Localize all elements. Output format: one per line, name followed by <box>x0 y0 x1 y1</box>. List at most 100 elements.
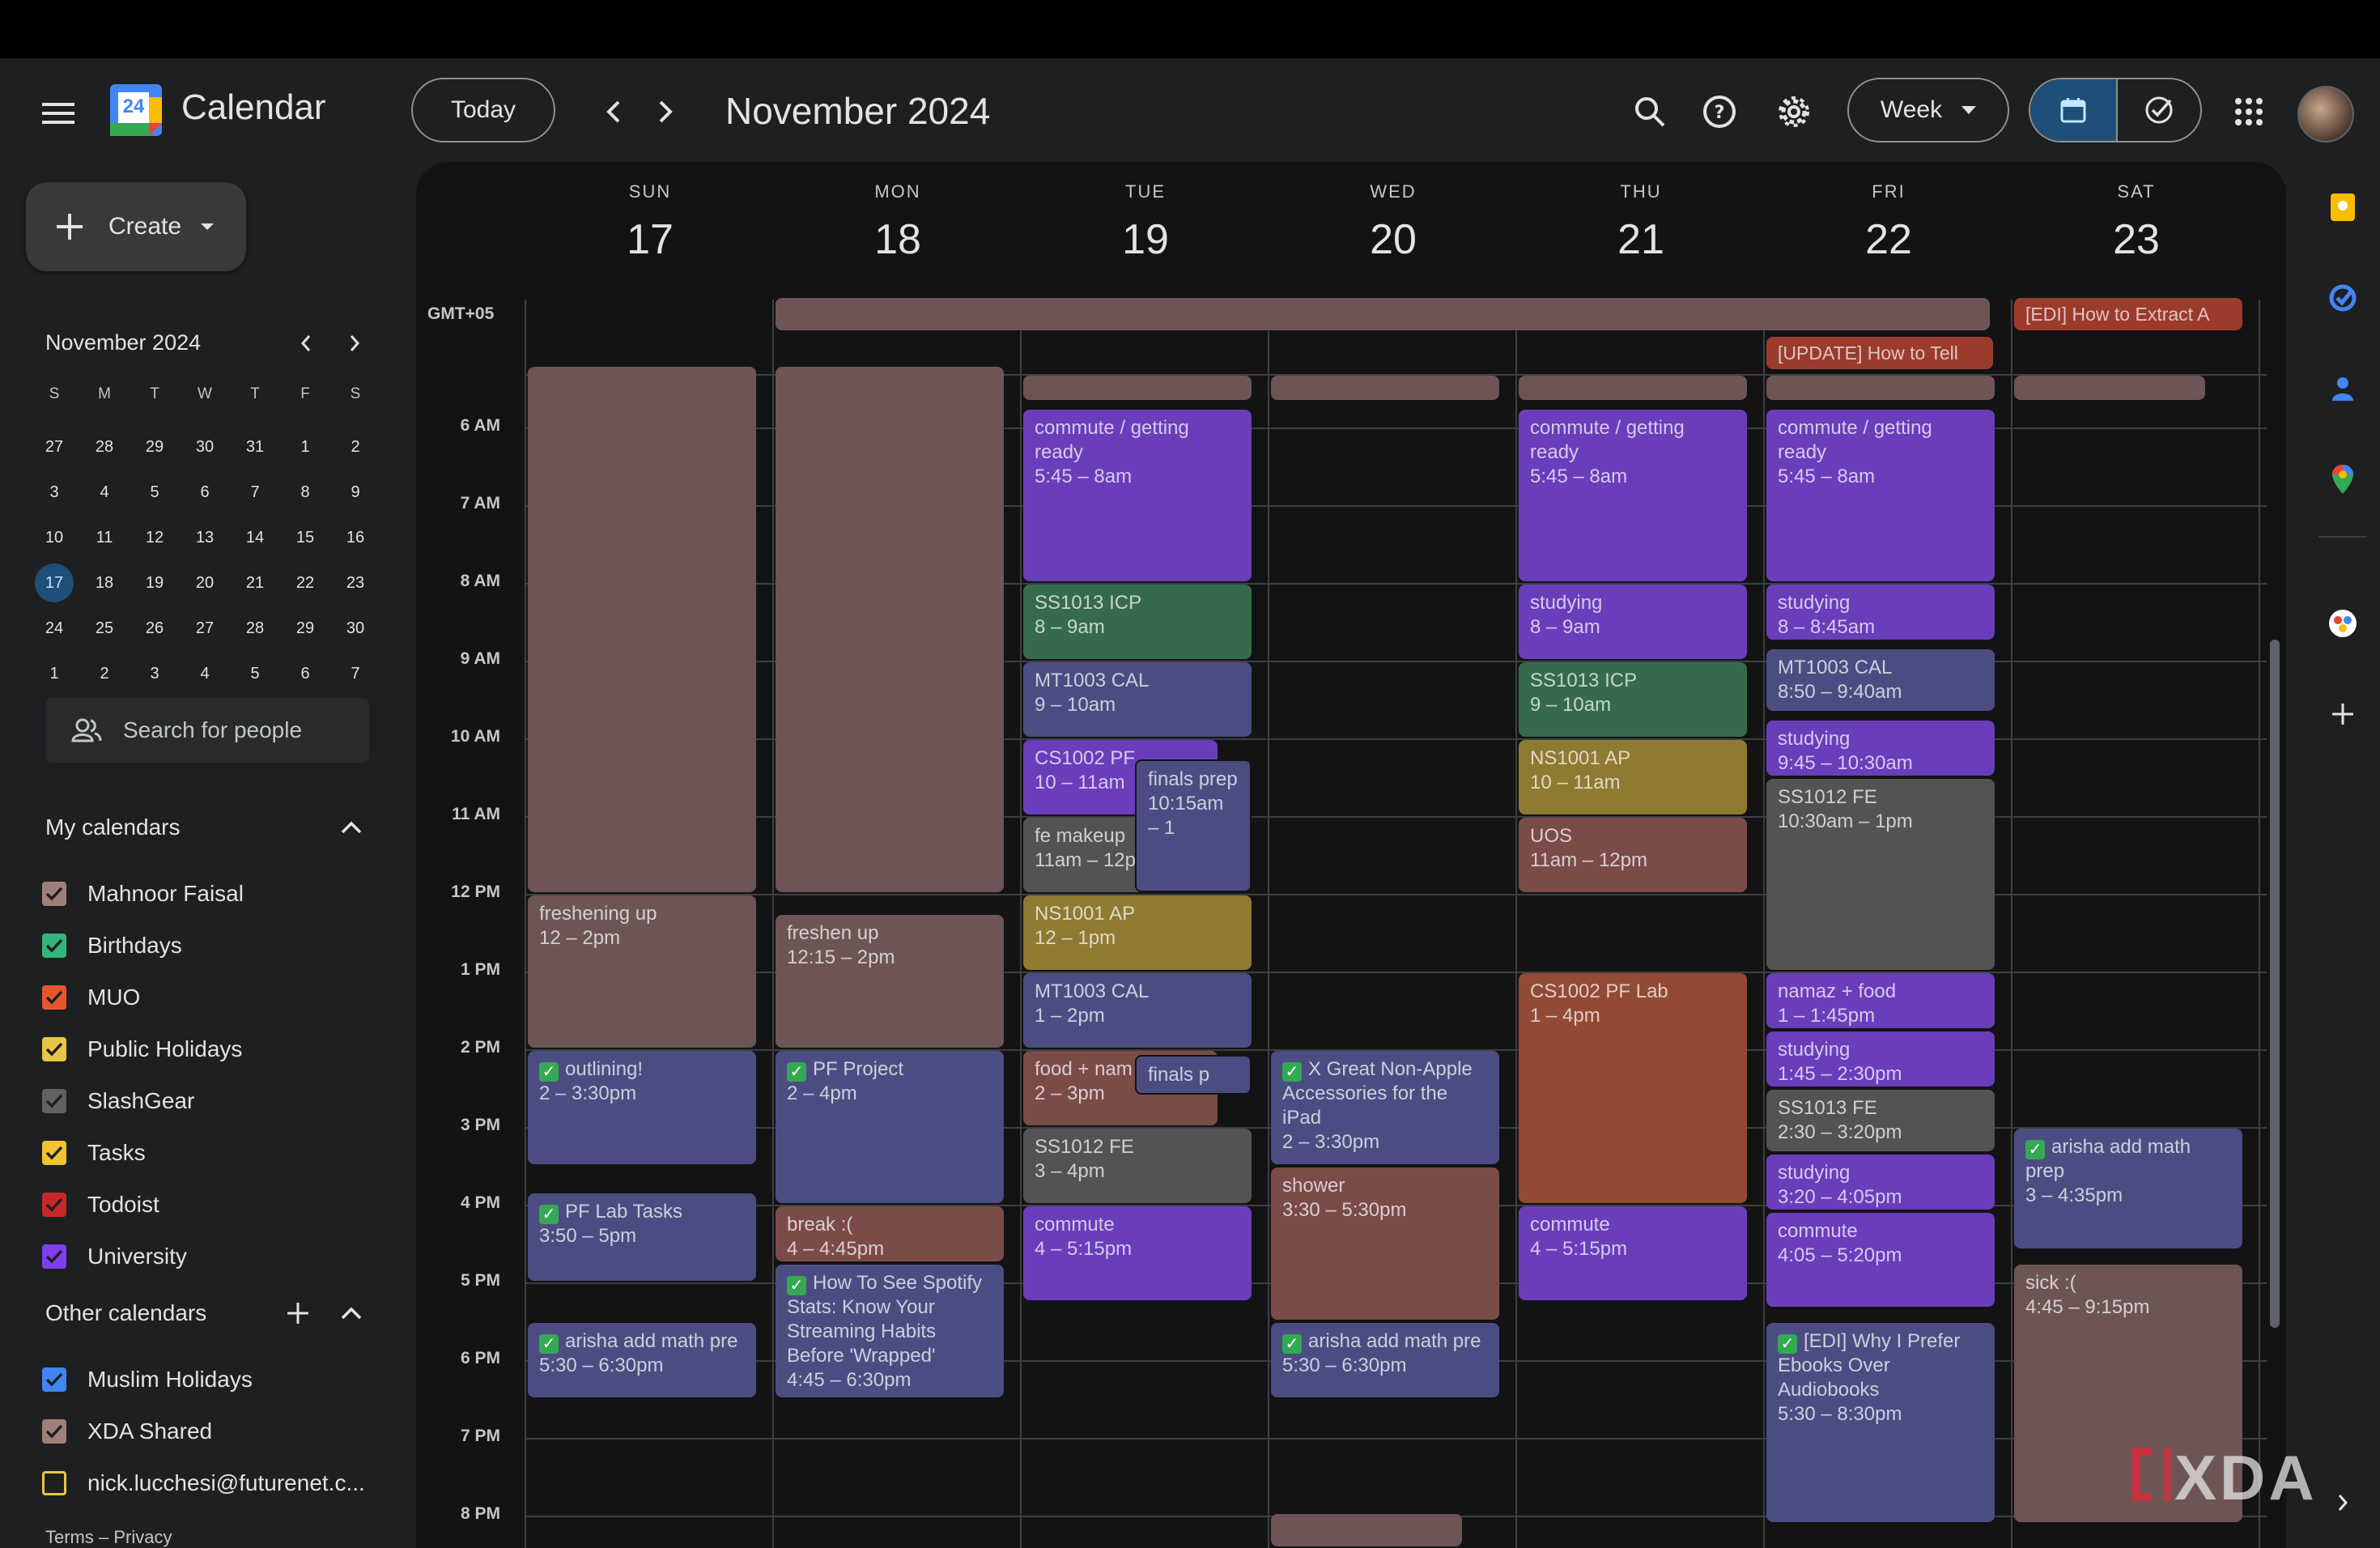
calendar-item[interactable]: Mahnoor Faisal <box>42 881 244 907</box>
calendar-event[interactable]: studying 9:45 – 10:30am <box>1766 721 1995 776</box>
mini-calendar-day[interactable]: 20 <box>180 567 230 599</box>
calendar-event[interactable]: MT1003 CAL 8:50 – 9:40am <box>1766 649 1995 712</box>
calendar-checkbox[interactable] <box>42 1089 66 1113</box>
create-button[interactable]: Create <box>26 182 246 271</box>
mini-calendar-day[interactable]: 6 <box>180 476 230 508</box>
calendar-event[interactable]: studying 1:45 – 2:30pm <box>1766 1031 1995 1087</box>
next-week-icon[interactable] <box>644 91 686 133</box>
calendar-event[interactable]: commute / getting ready 5:45 – 8am <box>1766 410 1995 581</box>
calendar-checkbox[interactable] <box>42 1193 66 1217</box>
calendar-event[interactable]: MT1003 CAL 9 – 10am <box>1023 662 1252 737</box>
mini-calendar-day[interactable]: 10 <box>29 521 79 554</box>
calendar-event[interactable]: namaz + food 1 – 1:45pm <box>1766 973 1995 1028</box>
today-button[interactable]: Today <box>411 78 555 142</box>
mini-calendar-day[interactable]: 29 <box>280 612 330 644</box>
day-number[interactable]: 21 <box>1517 215 1765 264</box>
mini-calendar-day[interactable]: 11 <box>79 521 130 554</box>
calendar-item[interactable]: nick.lucchesi@futurenet.c... <box>42 1470 365 1496</box>
calendar-event[interactable] <box>1519 375 1747 400</box>
mini-calendar-day[interactable]: 2 <box>79 657 130 690</box>
mini-calendar-day[interactable]: 14 <box>230 521 280 554</box>
mini-calendar-day[interactable]: 29 <box>130 431 180 463</box>
calendar-checkbox[interactable] <box>42 1367 66 1392</box>
mini-calendar-day[interactable]: 4 <box>79 476 130 508</box>
calendar-event[interactable]: CS1002 PF Lab 1 – 4pm <box>1519 973 1747 1203</box>
day-number[interactable]: 17 <box>526 215 774 264</box>
task-event[interactable]: ✓ How To See Spotify Stats: Know Your Str… <box>776 1265 1004 1397</box>
calendar-item[interactable]: Todoist <box>42 1192 159 1218</box>
calendar-event[interactable]: NS1001 AP 12 – 1pm <box>1023 895 1252 970</box>
mini-calendar-day[interactable]: 13 <box>180 521 230 554</box>
calendar-event[interactable]: shower 3:30 – 5:30pm <box>1271 1167 1499 1320</box>
calendar-event[interactable]: finals p <box>1135 1054 1252 1095</box>
calendar-event[interactable]: commute 4:05 – 5:20pm <box>1766 1212 1995 1307</box>
mini-calendar-day[interactable]: 12 <box>130 521 180 554</box>
view-selector[interactable]: Week <box>1847 78 2009 142</box>
mini-calendar-next-icon[interactable] <box>340 329 369 358</box>
calendar-event[interactable]: studying 3:20 – 4:05pm <box>1766 1154 1995 1210</box>
calendar-checkbox[interactable] <box>42 1419 66 1444</box>
task-event[interactable]: ✓ PF Lab Tasks 3:50 – 5pm <box>528 1193 756 1281</box>
task-event[interactable]: ✓ [EDI] Why I Prefer Ebooks Over Audioboo… <box>1766 1323 1995 1522</box>
keep-icon[interactable] <box>2322 186 2364 228</box>
calendar-event[interactable]: NS1001 AP 10 – 11am <box>1519 740 1747 814</box>
mini-calendar-day[interactable]: 27 <box>29 431 79 463</box>
calendar-event[interactable]: commute 4 – 5:15pm <box>1519 1206 1747 1300</box>
mini-calendar-day[interactable]: 23 <box>330 567 380 599</box>
calendar-event[interactable]: SS1013 ICP 9 – 10am <box>1519 662 1747 737</box>
user-avatar[interactable] <box>2297 86 2354 142</box>
day-number[interactable]: 19 <box>1022 215 1269 264</box>
tasks-icon[interactable] <box>2322 277 2364 319</box>
allday-event[interactable]: [UPDATE] How to Tell <box>1766 337 1993 369</box>
task-event[interactable]: ✓ outlining! 2 – 3:30pm <box>528 1051 756 1164</box>
mini-calendar-day[interactable]: 31 <box>230 431 280 463</box>
calendar-event[interactable] <box>1023 375 1252 400</box>
mini-calendar-day[interactable]: 3 <box>29 476 79 508</box>
mini-calendar-day[interactable]: 3 <box>130 657 180 690</box>
calendar-event[interactable]: studying 8 – 9am <box>1519 585 1747 659</box>
calendar-item[interactable]: Birthdays <box>42 933 182 959</box>
mini-calendar-day[interactable]: 8 <box>280 476 330 508</box>
calendar-event[interactable]: studying 8 – 8:45am <box>1766 585 1995 640</box>
calendar-event[interactable] <box>776 367 1004 892</box>
calendar-event[interactable]: break :(4 – 4:45pm <box>776 1206 1004 1261</box>
mini-calendar-day[interactable]: 1 <box>280 431 330 463</box>
mini-calendar-day[interactable]: 26 <box>130 612 180 644</box>
calendar-item[interactable]: Tasks <box>42 1140 146 1166</box>
contacts-icon[interactable] <box>2322 368 2364 410</box>
mini-calendar-day[interactable]: 28 <box>230 612 280 644</box>
task-event[interactable]: ✓ PF Project 2 – 4pm <box>776 1051 1004 1203</box>
mini-calendar-day[interactable]: 27 <box>180 612 230 644</box>
calendar-item[interactable]: XDA Shared <box>42 1418 212 1444</box>
mini-calendar-day[interactable]: 6 <box>280 657 330 690</box>
mini-calendar-day[interactable]: 15 <box>280 521 330 554</box>
calendar-item[interactable]: SlashGear <box>42 1088 194 1114</box>
task-event[interactable]: ✓ arisha add math prep 3 – 4:35pm <box>2014 1129 2242 1248</box>
mini-calendar-day[interactable]: 2 <box>330 431 380 463</box>
calendar-event[interactable]: SS1012 FE 3 – 4pm <box>1023 1129 1252 1203</box>
calendar-event[interactable]: commute 4 – 5:15pm <box>1023 1206 1252 1300</box>
main-menu-icon[interactable] <box>36 91 81 136</box>
mini-calendar-day[interactable]: 30 <box>330 612 380 644</box>
mini-calendar-day[interactable]: 4 <box>180 657 230 690</box>
calendar-event[interactable] <box>1766 375 1995 400</box>
task-event[interactable]: ✓ arisha add math pre 5:30 – 6:30pm <box>1271 1323 1499 1397</box>
mini-calendar-day[interactable]: 7 <box>330 657 380 690</box>
mini-calendar-day[interactable]: 30 <box>180 431 230 463</box>
calendar-event[interactable]: UOS 11am – 12pm <box>1519 818 1747 892</box>
add-other-calendar-icon[interactable] <box>282 1297 314 1329</box>
mini-calendar-day[interactable]: 7 <box>230 476 280 508</box>
add-addon-icon[interactable] <box>2322 693 2364 735</box>
calendar-checkbox[interactable] <box>42 985 66 1010</box>
search-people-field[interactable]: Search for people <box>45 698 369 763</box>
apps-grid-icon[interactable] <box>2228 91 2270 133</box>
calendar-checkbox[interactable] <box>42 1244 66 1269</box>
calendar-event[interactable]: MT1003 CAL 1 – 2pm <box>1023 973 1252 1048</box>
calendar-checkbox[interactable] <box>42 1037 66 1061</box>
calendar-event[interactable] <box>2014 375 2205 400</box>
calendar-event[interactable]: SS1012 FE 10:30am – 1pm <box>1766 779 1995 970</box>
mini-calendar-day[interactable]: 18 <box>79 567 130 599</box>
calendar-event[interactable]: freshen up 12:15 – 2pm <box>776 915 1004 1048</box>
day-number[interactable]: 23 <box>2012 215 2260 264</box>
calendar-checkbox[interactable] <box>42 1471 66 1495</box>
